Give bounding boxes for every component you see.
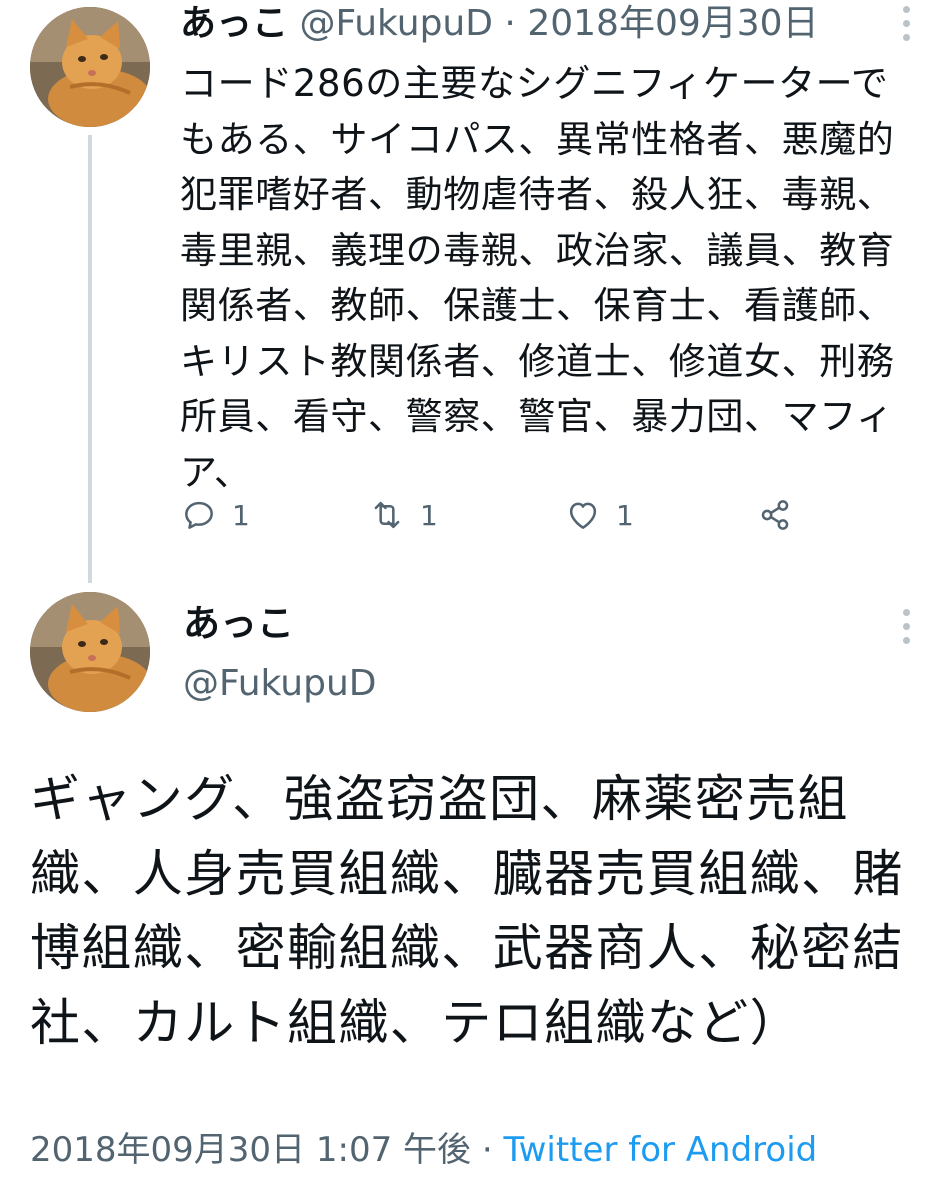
tweet-text: ギャング、強盗窃盗団、麻薬密売組織、人身売買組織、臓器売買組織、賭博組織、密輸組…: [30, 770, 904, 1052]
like-button[interactable]: 1: [564, 494, 634, 536]
cat-avatar-image: [30, 592, 150, 712]
tweet-timestamp[interactable]: 2018年09月30日 1:07 午後: [30, 1130, 471, 1170]
avatar[interactable]: [30, 7, 150, 127]
tweet-header: あっこ @FukupuD · 2018年09月30日: [180, 0, 819, 50]
more-icon[interactable]: [897, 4, 917, 44]
reply-icon: [185, 501, 213, 529]
more-icon[interactable]: [897, 607, 917, 647]
tweet-meta: 2018年09月30日 1:07 午後 · Twitter for Androi…: [30, 1124, 817, 1176]
header-separator: ·: [504, 3, 516, 44]
like-count: 1: [616, 498, 634, 532]
author-handle[interactable]: @FukupuD: [299, 3, 493, 44]
share-button[interactable]: [756, 494, 794, 536]
share-icon: [761, 500, 789, 530]
author-name[interactable]: あっこ: [180, 3, 288, 44]
retweet-icon: [374, 501, 400, 529]
meta-separator: ·: [481, 1130, 493, 1170]
reply-count: 1: [232, 498, 250, 532]
author-handle[interactable]: @FukupuD: [183, 660, 377, 708]
retweet-button[interactable]: 1: [368, 494, 438, 536]
tweet-text: コード286の主要なシグニフィケーターでもある、サイコパス、異常性格者、悪魔的犯…: [180, 62, 895, 494]
cat-avatar-image: [30, 7, 150, 127]
retweet-count: 1: [420, 498, 438, 532]
heart-icon: [569, 502, 597, 529]
author-name[interactable]: あっこ: [183, 600, 294, 648]
thread-connector-line: [88, 135, 92, 583]
avatar[interactable]: [30, 592, 150, 712]
tweet-date[interactable]: 2018年09月30日: [527, 3, 818, 44]
tweet-source-link[interactable]: Twitter for Android: [503, 1130, 817, 1170]
reply-button[interactable]: 1: [180, 494, 250, 536]
